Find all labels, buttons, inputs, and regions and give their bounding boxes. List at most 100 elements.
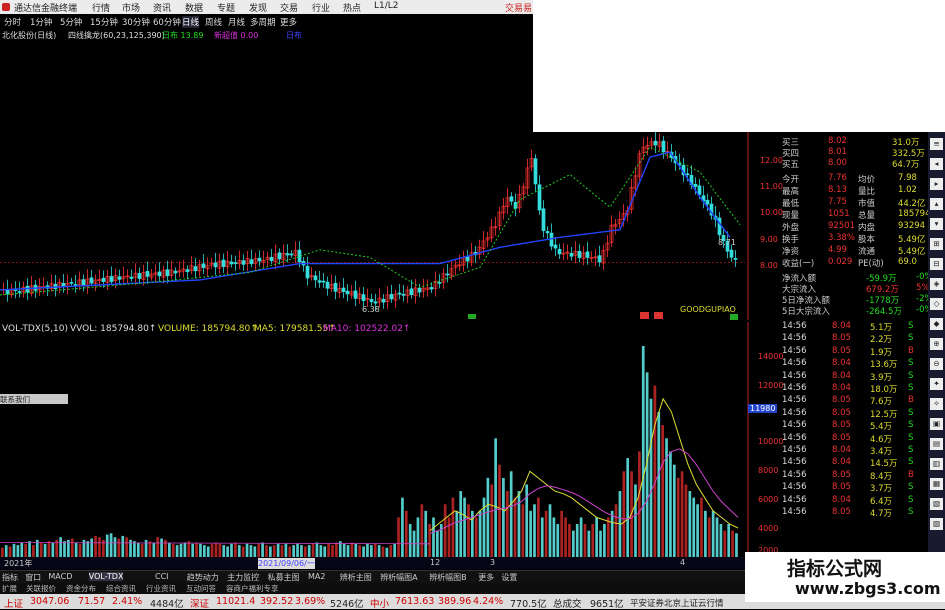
volume-bar (474, 517, 478, 557)
extension-tab[interactable]: 扩展 (2, 583, 17, 594)
side-tab-icon[interactable]: ▣ (930, 418, 943, 430)
menu-item[interactable]: 发现 (249, 1, 267, 14)
indicator-tab[interactable]: CCI (155, 572, 169, 581)
extension-tab[interactable]: 互动问答 (186, 583, 216, 594)
indicator-tab[interactable]: 辨析幅图A (380, 572, 417, 583)
volume-bar (335, 542, 338, 557)
side-tab-icon[interactable]: ▸ (930, 178, 943, 190)
side-tab-icon[interactable]: ▴ (930, 198, 943, 210)
menu-item[interactable]: 资讯 (153, 1, 171, 14)
period-tab[interactable]: 多周期 (250, 16, 276, 28)
indicator-tab[interactable]: 主力监控 (227, 572, 259, 583)
extension-tab[interactable]: 容商户福利专享 (226, 583, 279, 594)
period-tab[interactable]: 5分钟 (60, 16, 82, 28)
side-tab-icon[interactable]: ✧ (930, 398, 943, 410)
side-tab-icon[interactable]: ▦ (930, 478, 943, 490)
side-tab-icon[interactable]: ▤ (930, 438, 943, 450)
stat-value: 0.029 (828, 257, 853, 267)
small-box[interactable]: 联系我们 (0, 394, 68, 404)
extension-tab[interactable]: 资金分布 (66, 583, 96, 594)
side-tab-icon[interactable]: ⊞ (930, 238, 943, 250)
volume-bar (373, 543, 377, 557)
volume-bar (533, 504, 536, 557)
volume-bar (315, 542, 319, 557)
volume-chart[interactable] (0, 322, 750, 557)
menu-item[interactable]: 热点 (343, 1, 361, 14)
volume-bar (117, 538, 121, 557)
side-tab-icon[interactable]: ◈ (930, 278, 943, 290)
period-tab-active[interactable]: 日线 (182, 16, 200, 28)
indicator-tab[interactable]: MA2 (308, 572, 325, 581)
period-tab[interactable]: 60分钟 (153, 16, 181, 28)
period-tab[interactable]: 15分钟 (90, 16, 118, 28)
quote-panel: 买三 8.02 31.0万 买四 8.01 332.5万 买五 8.00 64.7万 今开 7.76… (780, 132, 940, 552)
candle-body (101, 277, 106, 282)
side-tab-icon[interactable]: ◂ (930, 158, 943, 170)
indicator-tab[interactable]: 设置 (501, 572, 517, 583)
stat-label: 股本 (858, 235, 876, 245)
indicator-tab[interactable]: 辨析幅图B (429, 572, 467, 583)
menu-item[interactable]: 交易 (280, 1, 298, 14)
side-tab-icon[interactable]: ≡ (930, 138, 943, 150)
side-tab-icon[interactable]: ⊖ (930, 358, 943, 370)
side-tab-icon[interactable]: ◇ (930, 298, 943, 310)
volume-bar (626, 458, 630, 557)
period-tab[interactable]: 周线 (205, 16, 222, 28)
indicator-tab[interactable]: 指标 (2, 572, 18, 583)
period-tab[interactable]: 更多 (280, 16, 297, 28)
stat-label: 今开 (782, 175, 800, 185)
side-tab-icon[interactable]: ▾ (930, 218, 943, 230)
volume-bar (272, 545, 276, 557)
indicator-tab[interactable]: 辨析主图 (340, 572, 372, 583)
side-tab-icon[interactable]: ◆ (930, 318, 943, 330)
period-tab[interactable]: 1分钟 (30, 16, 52, 28)
indicator-tab[interactable]: 趋势动力 (187, 572, 219, 583)
extension-tab[interactable]: 关联报价 (26, 583, 56, 594)
indicator-tab[interactable]: VOL-TDX (88, 572, 124, 581)
side-tab-icon[interactable]: ⊟ (930, 258, 943, 270)
menu-item[interactable]: 数据 (185, 1, 203, 14)
tick-direction: B (908, 395, 914, 406)
volume-bar (59, 537, 62, 557)
indicator-tab[interactable]: 窗口 (25, 572, 41, 583)
price-chart[interactable] (0, 132, 750, 320)
extension-tab[interactable]: 行业资讯 (146, 583, 176, 594)
stat-label: 换手 (782, 235, 800, 245)
period-tab[interactable]: 月线 (228, 16, 245, 28)
trade-menu[interactable]: 交易易 (505, 1, 532, 14)
candle-body (409, 288, 414, 296)
indicator-tab[interactable]: 更多 (478, 572, 494, 583)
indicator-tab[interactable]: MACD (48, 572, 72, 581)
stat-label: 流通 (858, 247, 876, 257)
candle-body (541, 208, 546, 232)
watermark-title: 指标公式网 (787, 558, 883, 580)
menu-item[interactable]: 市场 (122, 1, 140, 14)
side-tab-icon[interactable]: ⊕ (930, 338, 943, 350)
volume-bar (346, 545, 350, 557)
side-tab-icon[interactable]: ▧ (930, 498, 943, 510)
tick-row: 14:56 8.05 7.6万 B (780, 395, 935, 407)
volume-bar (303, 546, 307, 557)
candle-body (361, 294, 366, 302)
side-tab-icon[interactable]: ▨ (930, 518, 943, 530)
side-tab-icon[interactable]: ✦ (930, 378, 943, 390)
volume-bar (424, 510, 428, 557)
indicator-tab[interactable]: 私募主图 (268, 572, 300, 583)
menu-item[interactable]: 行情 (92, 1, 110, 14)
vertical-tab-strip: ≡ ◂ ▸ ▴ ▾ ⊞ ⊟ ◈ ◇ ◆ ⊕ ⊖ ✦ ✧ ▣ ▤ ▥ ▦ ▧ ▨ (928, 132, 945, 552)
side-tab-icon[interactable]: ▥ (930, 458, 943, 470)
extension-tab[interactable]: 综合资讯 (106, 583, 136, 594)
menu-item[interactable]: L1/L2 (374, 1, 399, 11)
period-tab[interactable]: 30分钟 (122, 16, 150, 28)
menu-item[interactable]: 专题 (217, 1, 235, 14)
tick-row: 14:56 8.05 4.6万 S (780, 433, 935, 445)
period-tab[interactable]: 分时 (4, 16, 21, 28)
volume-bar (370, 545, 373, 557)
volume-bar (218, 543, 222, 557)
volume-bar (98, 537, 101, 557)
menu-item[interactable]: 行业 (312, 1, 330, 14)
tick-direction: S (908, 358, 914, 369)
candle-body (545, 231, 550, 234)
candle-body (173, 270, 178, 274)
volume-bar (657, 411, 661, 557)
